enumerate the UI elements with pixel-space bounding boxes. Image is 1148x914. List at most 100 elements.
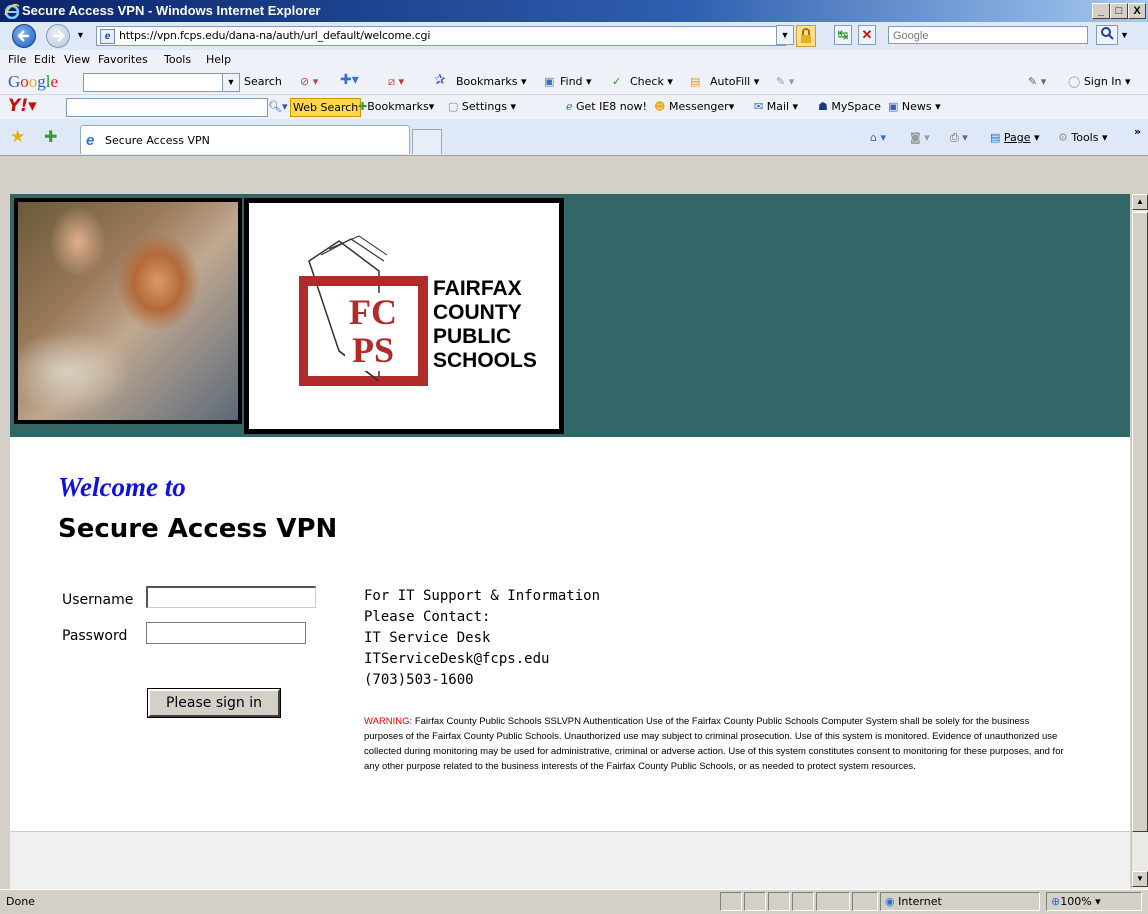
messenger-button[interactable]: ☻ Messenger▾ <box>654 100 734 113</box>
status-pane <box>720 892 742 911</box>
support-email: ITServiceDesk@fcps.edu <box>364 651 550 667</box>
autofill-button[interactable]: AutoFill ▾ <box>710 75 759 88</box>
forward-arrow-icon <box>53 30 65 42</box>
security-zone[interactable]: ◉ Internet <box>880 892 1040 911</box>
search-options-dropdown-icon[interactable]: ▼ <box>1120 30 1129 40</box>
back-arrow-icon <box>17 30 29 42</box>
maximize-button[interactable]: □ <box>1110 3 1128 19</box>
status-pane <box>768 892 790 911</box>
logo-line-3: PUBLIC <box>433 325 512 348</box>
globe-icon: ◉ <box>885 895 895 908</box>
status-pane <box>852 892 878 911</box>
address-field[interactable]: e https://vpn.fcps.edu/dana-na/auth/url_… <box>96 26 786 46</box>
star-bookmark-icon[interactable]: ✰ <box>434 72 446 88</box>
recent-pages-dropdown-icon[interactable]: ▼ <box>76 30 85 40</box>
scroll-up-icon[interactable]: ▲ <box>1132 194 1148 210</box>
stop-icon[interactable]: ✕ <box>858 25 876 45</box>
find-button[interactable]: Find ▾ <box>560 75 592 88</box>
status-pane <box>744 892 766 911</box>
close-window-button[interactable]: X <box>1128 3 1146 19</box>
add-favorites-icon[interactable]: ✚ <box>44 127 57 147</box>
web-search-button[interactable]: Web Search <box>290 98 362 117</box>
yahoo-logo-icon[interactable]: Y!▾ <box>8 96 37 116</box>
news-button[interactable]: ▣ News ▾ <box>888 100 941 113</box>
support-line: For IT Support & Information <box>364 588 601 604</box>
menu-help[interactable]: Help <box>206 53 231 66</box>
yahoo-toolbar: Y!▾ 🔍︎▾ Web Search ✚Bookmarks▾ ▢ Setting… <box>0 95 1148 120</box>
support-contact: For IT Support & Information Please Cont… <box>364 586 600 691</box>
vertical-scrollbar[interactable]: ▲ ▼ <box>1131 194 1148 889</box>
ie-icon <box>4 3 20 19</box>
search-icon[interactable] <box>1096 25 1118 45</box>
logo-letters-bottom: PS <box>351 330 394 370</box>
warning-text: Fairfax County Public Schools SSLVPN Aut… <box>364 716 1064 772</box>
google-toolbar: Google ▼ Search ⊘ ▾ ✚▾ ⧄ ▾ ✰ Bookmarks ▾… <box>0 70 1148 95</box>
google-bookmarks-button[interactable]: Bookmarks ▾ <box>456 75 527 88</box>
zoom-icon: ⊕ <box>1051 895 1061 908</box>
logo-line-4: SCHOOLS <box>433 349 537 372</box>
ie-page-icon: e <box>86 132 95 149</box>
popup-blocker-icon[interactable]: ⊘ ▾ <box>300 75 318 88</box>
autofill-icon: ▤ <box>690 75 701 88</box>
forward-button[interactable] <box>46 24 70 48</box>
feeds-icon[interactable]: ◙ ▾ <box>910 131 930 144</box>
address-dropdown-button[interactable]: ▼ <box>776 25 794 45</box>
address-toolbar: ▼ e https://vpn.fcps.edu/dana-na/auth/ur… <box>0 22 1148 51</box>
address-url: https://vpn.fcps.edu/dana-na/auth/url_de… <box>119 29 431 42</box>
refresh-icon[interactable]: ↹ <box>834 25 852 45</box>
yahoo-search-input[interactable] <box>66 98 268 117</box>
find-icon: ▣ <box>544 75 555 88</box>
username-field[interactable] <box>146 586 316 608</box>
menu-tools[interactable]: Tools <box>164 53 191 66</box>
google-logo: Google <box>8 72 59 91</box>
yahoo-bookmarks-button[interactable]: ✚Bookmarks▾ <box>358 100 434 113</box>
google-search-dropdown[interactable]: ▼ <box>222 73 240 92</box>
warning-label: WARNING: <box>364 716 413 727</box>
blocked-popups-icon[interactable]: ⧄ ▾ <box>388 75 404 89</box>
scroll-down-icon[interactable]: ▼ <box>1132 871 1148 887</box>
mail-button[interactable]: ✉ Mail ▾ <box>754 100 798 113</box>
get-ie8-button[interactable]: ℯ Get IE8 now! <box>566 100 647 113</box>
menu-file[interactable]: File <box>8 53 26 66</box>
google-search-button[interactable]: Search <box>244 75 282 88</box>
settings-wrench-icon[interactable]: ✎ ▾ <box>1028 75 1046 88</box>
plus-icon[interactable]: ✚▾ <box>340 72 359 88</box>
back-button[interactable] <box>12 24 36 48</box>
wrench-icon[interactable]: ✎ ▾ <box>776 75 794 88</box>
tools-menu-button[interactable]: ⚙ Tools ▾ <box>1058 131 1108 144</box>
home-icon[interactable]: ⌂ ▾ <box>870 131 886 144</box>
status-bar: Done ◉ Internet ⊕100% ▾ <box>0 889 1148 914</box>
menu-view[interactable]: View <box>64 53 90 66</box>
password-field[interactable] <box>146 622 306 644</box>
tab-secure-access-vpn[interactable]: e Secure Access VPN <box>80 125 410 154</box>
lock-icon[interactable] <box>796 25 816 47</box>
menu-bar: File Edit View Favorites Tools Help <box>0 50 1148 70</box>
toolbar-overflow-chevron-icon[interactable]: » <box>1134 125 1141 138</box>
magnifier-icon[interactable]: 🔍︎▾ <box>268 100 288 113</box>
logo-line-2: COUNTY <box>433 301 522 324</box>
window-title-bar: Secure Access VPN - Windows Internet Exp… <box>0 0 1148 22</box>
new-tab-button[interactable] <box>412 129 442 154</box>
page-footer-band <box>10 831 1130 890</box>
check-button[interactable]: Check ▾ <box>630 75 673 88</box>
menu-edit[interactable]: Edit <box>34 53 55 66</box>
myspace-button[interactable]: ☗ MySpace <box>818 100 881 113</box>
minimize-button[interactable]: _ <box>1092 3 1110 19</box>
favorites-star-icon[interactable]: ★ <box>10 127 25 147</box>
google-search-input[interactable] <box>83 73 239 92</box>
password-label: Password <box>62 628 128 644</box>
google-sign-in-button[interactable]: ◯ Sign In ▾ <box>1068 75 1131 88</box>
menu-favorites[interactable]: Favorites <box>98 53 148 66</box>
page-icon: e <box>100 29 115 44</box>
search-box[interactable]: Google <box>888 26 1088 44</box>
zoom-control[interactable]: ⊕100% ▾ <box>1046 892 1142 911</box>
page-menu-button[interactable]: ▤ Page ▾ <box>990 131 1040 144</box>
zoom-level: 100% <box>1060 895 1092 908</box>
sign-in-button[interactable]: Please sign in <box>148 689 280 717</box>
yahoo-settings-button[interactable]: ▢ Settings ▾ <box>448 100 516 113</box>
scroll-thumb[interactable] <box>1132 212 1148 832</box>
header-banner: FC PS FAIRFAX COUNTY PUBLIC SCHOOLS <box>10 194 1130 437</box>
support-line: Please Contact: <box>364 609 491 625</box>
zone-label: Internet <box>898 895 942 908</box>
print-icon[interactable]: ⎙ ▾ <box>950 131 968 145</box>
